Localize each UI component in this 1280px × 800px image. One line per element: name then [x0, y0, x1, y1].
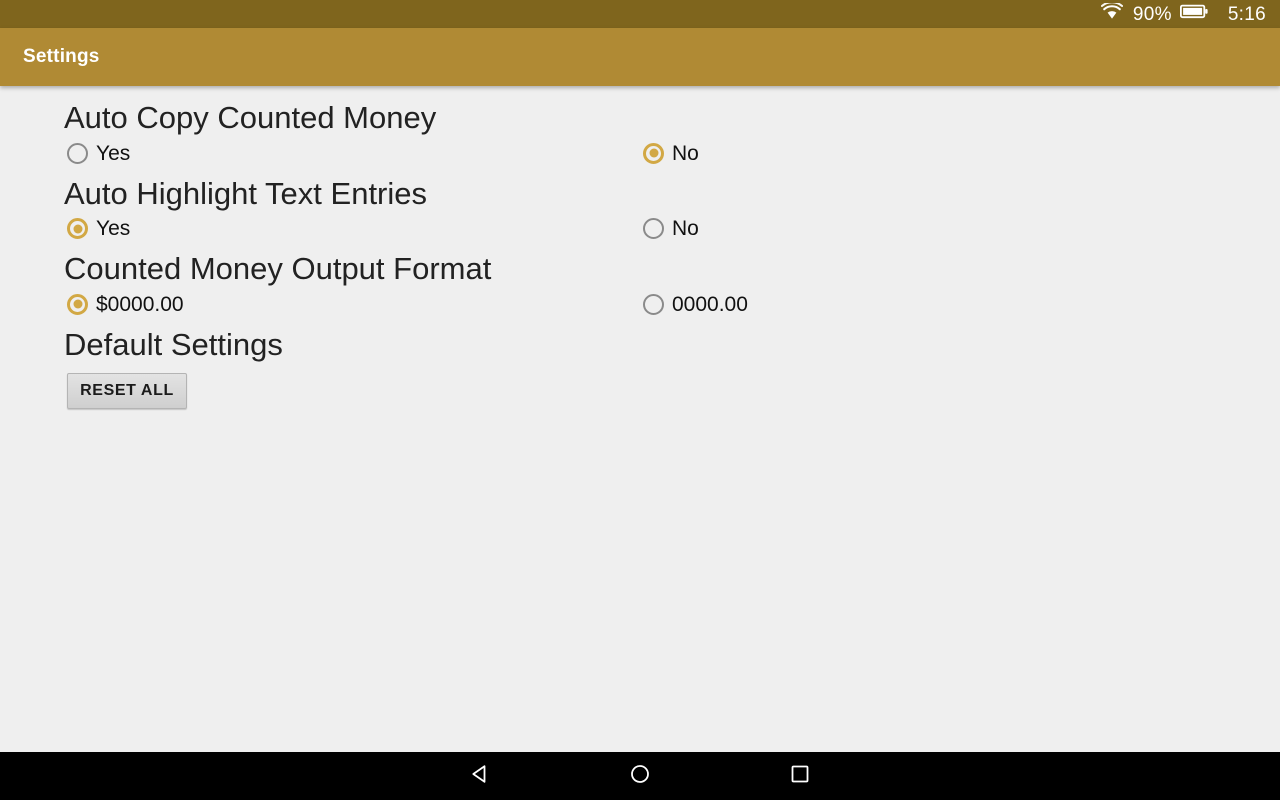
radio-button-icon[interactable] — [67, 218, 88, 240]
setting-group-title: Default Settings — [64, 326, 283, 362]
android-screen: 90% 5:16 Settings Auto Copy Counted Mone… — [0, 0, 1280, 800]
radio-option-label: Yes — [96, 217, 131, 241]
radio-option-label: 0000.00 — [672, 292, 748, 316]
back-triangle-icon — [469, 763, 491, 790]
radio-group: $0000.00 0000.00 — [0, 292, 1280, 316]
setting-group-title: Auto Highlight Text Entries — [64, 175, 428, 211]
nav-home-button[interactable] — [560, 752, 720, 800]
status-bar-clock: 5:16 — [1227, 3, 1266, 25]
radio-button-icon[interactable] — [67, 142, 88, 164]
radio-option-auto-highlight-yes[interactable]: Yes — [67, 217, 643, 241]
wifi-icon — [1100, 1, 1123, 25]
android-navigation-bar — [0, 752, 1280, 800]
radio-option-auto-highlight-no[interactable]: No — [643, 217, 1219, 241]
setting-group-default-settings: Default Settings RESET ALL — [0, 326, 1280, 410]
home-circle-icon — [629, 763, 651, 790]
radio-option-label: No — [672, 217, 699, 241]
radio-option-auto-copy-no[interactable]: No — [643, 141, 1219, 165]
battery-icon — [1179, 4, 1208, 24]
radio-button-icon[interactable] — [643, 218, 664, 240]
reset-all-button[interactable]: RESET ALL — [67, 373, 187, 410]
setting-group-title: Counted Money Output Format — [64, 251, 492, 287]
status-bar-icons: 90% 5:16 — [1100, 1, 1266, 25]
nav-back-button[interactable] — [400, 752, 560, 800]
setting-group-title: Auto Copy Counted Money — [64, 100, 437, 135]
radio-option-label: No — [672, 141, 699, 165]
radio-option-label: $0000.00 — [96, 292, 184, 316]
battery-percent-label: 90% — [1132, 3, 1172, 25]
setting-group-counted-money-output-format: Counted Money Output Format $0000.00 000… — [0, 253, 1280, 315]
radio-button-icon[interactable] — [67, 293, 88, 315]
setting-group-auto-copy-counted-money: Auto Copy Counted Money Yes No — [0, 100, 1280, 165]
radio-group: Yes No — [0, 141, 1280, 165]
page-title: Settings — [23, 46, 100, 67]
radio-option-auto-copy-yes[interactable]: Yes — [67, 141, 643, 165]
radio-button-icon[interactable] — [643, 142, 664, 164]
radio-option-label: Yes — [96, 141, 131, 165]
setting-group-auto-highlight-text-entries: Auto Highlight Text Entries Yes No — [0, 175, 1280, 241]
radio-button-icon[interactable] — [643, 293, 664, 315]
app-bar: Settings — [0, 28, 1280, 86]
settings-content: Auto Copy Counted Money Yes No Auto High… — [0, 86, 1280, 752]
recents-square-icon — [789, 763, 811, 790]
status-bar: 90% 5:16 — [0, 0, 1280, 28]
radio-option-format-plain[interactable]: 0000.00 — [643, 292, 1219, 316]
radio-option-format-currency[interactable]: $0000.00 — [67, 292, 643, 316]
radio-group: Yes No — [0, 217, 1280, 241]
nav-recents-button[interactable] — [720, 752, 880, 800]
